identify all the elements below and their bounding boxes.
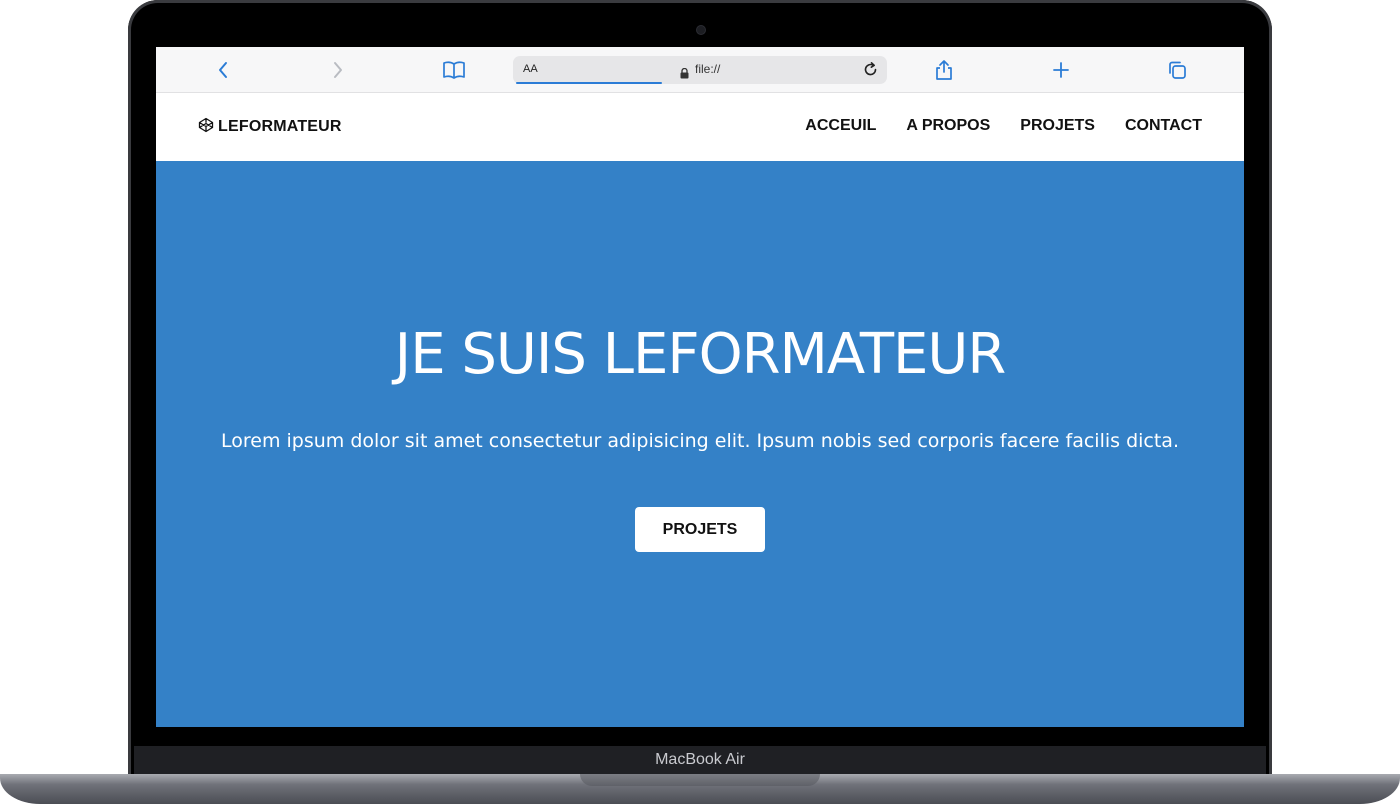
hero-section: JE SUIS LEFORMATEUR Lorem ipsum dolor si… bbox=[156, 161, 1244, 727]
hero-description: Lorem ipsum dolor sit amet consectetur a… bbox=[221, 430, 1179, 452]
logo-text: LEFORMATEUR bbox=[218, 118, 342, 135]
camera-dot bbox=[697, 26, 705, 34]
site-logo[interactable]: LEFORMATEUR bbox=[198, 117, 342, 137]
url-text[interactable]: file:// bbox=[695, 62, 720, 76]
projets-button[interactable]: PROJETS bbox=[635, 507, 765, 552]
hero-title: JE SUIS LEFORMATEUR bbox=[394, 322, 1007, 387]
codepen-icon bbox=[198, 117, 214, 137]
nav-link-acceuil[interactable]: ACCEUIL bbox=[805, 117, 876, 135]
reader-mode-button[interactable]: AA bbox=[523, 63, 538, 75]
back-icon[interactable] bbox=[210, 57, 236, 83]
bookmarks-icon[interactable] bbox=[441, 57, 467, 83]
main-nav: ACCEUIL A PROPOS PROJETS CONTACT bbox=[805, 117, 1202, 135]
lock-icon bbox=[680, 64, 689, 83]
new-tab-icon[interactable] bbox=[1048, 57, 1074, 83]
nav-link-a-propos[interactable]: A PROPOS bbox=[906, 117, 990, 135]
nav-link-contact[interactable]: CONTACT bbox=[1125, 117, 1202, 135]
site-navbar: LEFORMATEUR ACCEUIL A PROPOS PROJETS CON… bbox=[156, 93, 1244, 161]
tabs-overview-icon[interactable] bbox=[1164, 57, 1190, 83]
laptop-hinge-notch bbox=[580, 774, 820, 786]
share-icon[interactable] bbox=[931, 57, 957, 83]
browser-window: AA file:// LEFORMATEUR ACCEUIL A PROPOS … bbox=[156, 47, 1244, 727]
nav-link-projets[interactable]: PROJETS bbox=[1020, 117, 1095, 135]
forward-icon[interactable] bbox=[325, 57, 351, 83]
device-label: MacBook Air bbox=[655, 751, 745, 768]
address-bar[interactable]: AA file:// bbox=[513, 56, 887, 84]
page-load-progress bbox=[516, 82, 662, 84]
browser-toolbar: AA file:// bbox=[156, 47, 1244, 93]
reload-icon[interactable] bbox=[862, 61, 879, 82]
